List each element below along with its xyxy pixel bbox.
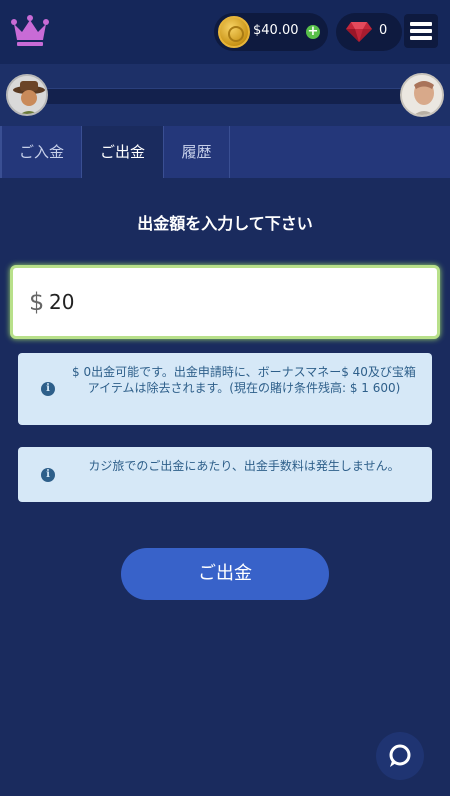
- ruby-gem-icon: [346, 22, 372, 42]
- notice-text: カジ旅でのご出金にあたり、出金手数料は発生しません。: [88, 459, 400, 473]
- amount-field[interactable]: $: [10, 265, 440, 339]
- add-funds-icon[interactable]: +: [306, 25, 320, 39]
- balance-pill[interactable]: $40.00 +: [214, 13, 328, 51]
- hamburger-menu-icon[interactable]: [404, 14, 438, 48]
- notice-text: $ 0出金可能です。出金申請時に、ボーナスマネー$ 40及び宝箱アイテムは除去さ…: [72, 365, 416, 395]
- player-avatar[interactable]: [6, 74, 48, 116]
- crown-icon[interactable]: [10, 14, 50, 48]
- cashier-tabs: ご入金 ご出金 履歴: [0, 126, 450, 178]
- amount-input[interactable]: [49, 286, 409, 318]
- coin-icon: [218, 16, 250, 48]
- info-icon: i: [41, 382, 55, 396]
- withdraw-button[interactable]: ご出金: [121, 548, 329, 600]
- currency-symbol: $: [29, 288, 45, 316]
- level-progress-bar: [40, 88, 402, 104]
- chat-icon[interactable]: [376, 732, 424, 780]
- notice-fee: i カジ旅でのご出金にあたり、出金手数料は発生しません。: [18, 447, 432, 502]
- gems-pill[interactable]: 0: [336, 13, 402, 51]
- balance-amount: $40.00: [253, 23, 299, 38]
- info-icon: i: [41, 468, 55, 482]
- tab-deposit[interactable]: ご入金: [0, 126, 82, 178]
- tab-withdraw[interactable]: ご出金: [82, 126, 164, 178]
- level-progress: [0, 64, 450, 126]
- target-avatar[interactable]: [400, 73, 444, 117]
- tab-history[interactable]: 履歴: [164, 126, 230, 178]
- page-title: 出金額を入力して下さい: [137, 214, 313, 233]
- gems-count: 0: [379, 23, 388, 38]
- top-bar: $40.00 + 0: [0, 0, 450, 64]
- notice-wagering: i $ 0出金可能です。出金申請時に、ボーナスマネー$ 40及び宝箱アイテムは除…: [18, 353, 432, 425]
